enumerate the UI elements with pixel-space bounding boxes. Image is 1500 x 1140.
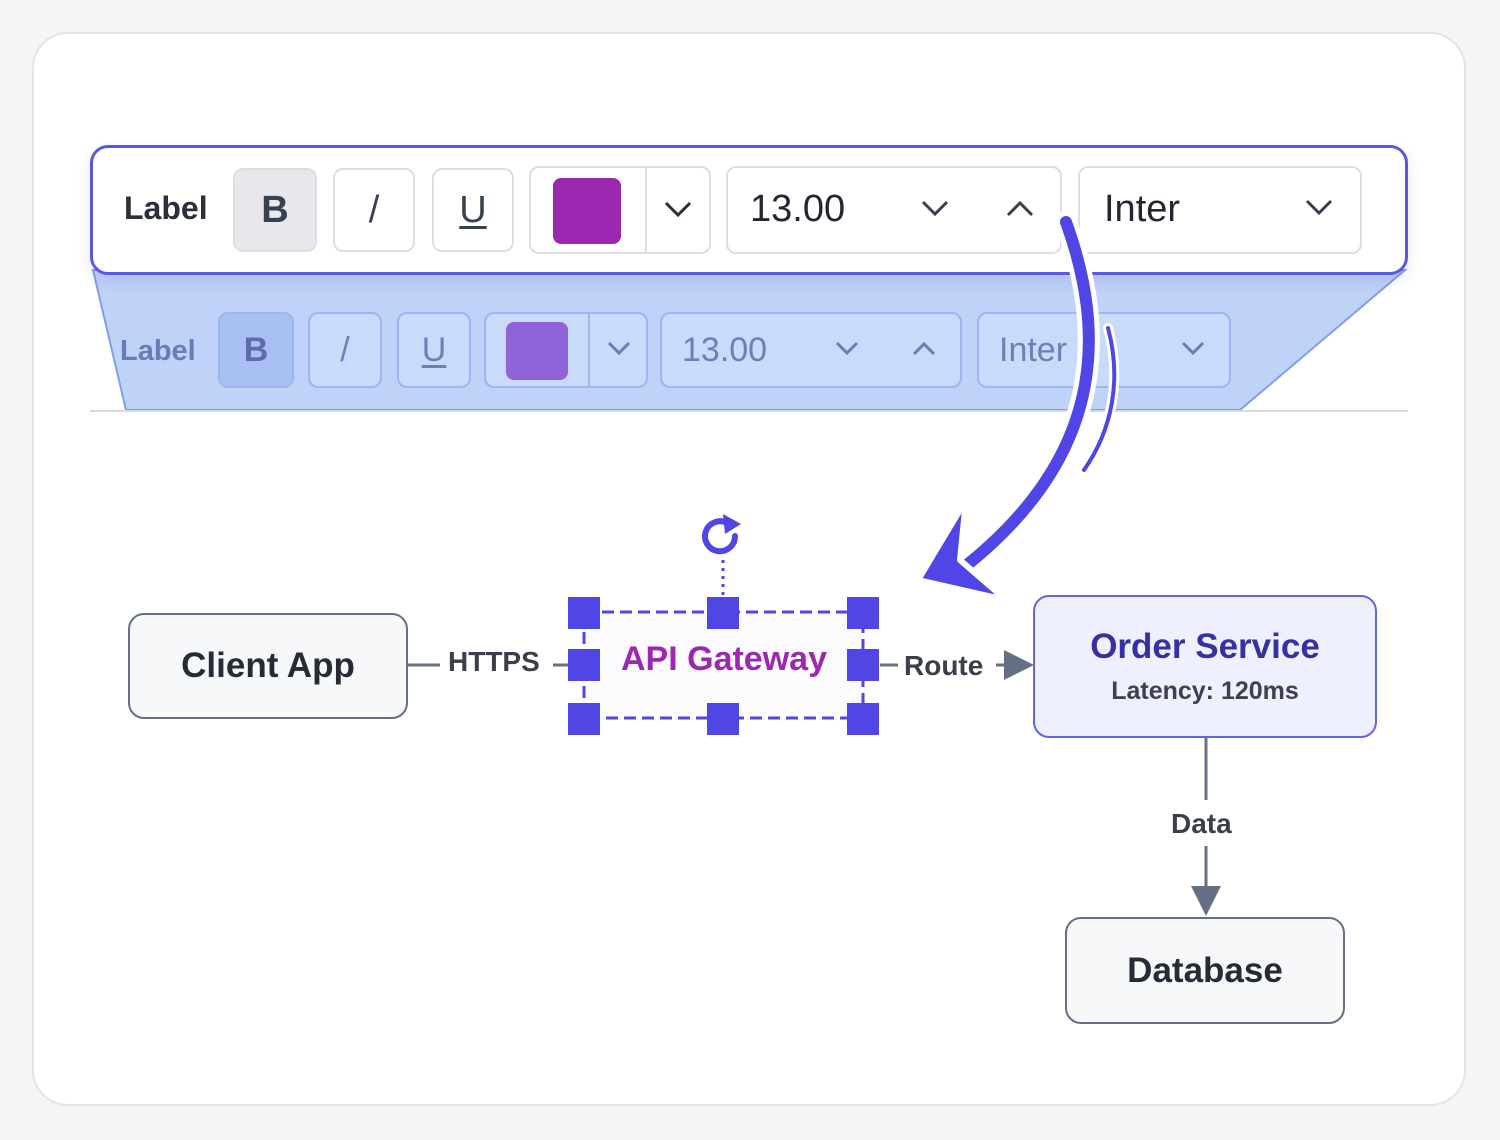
- curved-arrow-icon: [915, 211, 1120, 603]
